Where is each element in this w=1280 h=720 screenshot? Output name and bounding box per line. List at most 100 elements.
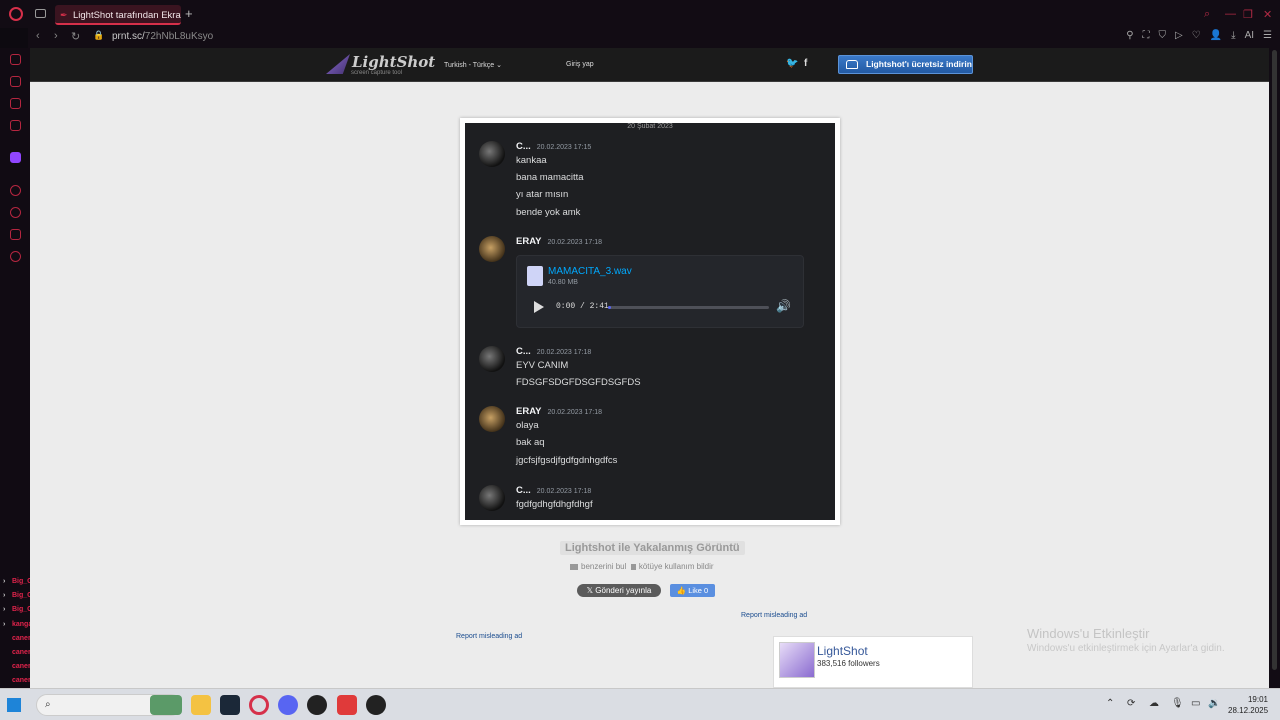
screenshot-image: 20 Şubat 2023 C... 20.02.2023 17:15 kanka… [465,123,835,520]
taskbar-clock[interactable]: 19:01 28.12.2025 [1228,694,1268,716]
sidebar-extensions-icon[interactable] [10,229,21,240]
report-misleading-ad-link[interactable]: Report misleading ad [456,633,522,640]
sidebar-games-icon[interactable] [10,76,21,87]
sidebar-settings-icon[interactable] [10,251,21,262]
twitter-icon[interactable]: 🐦 [786,58,798,69]
lock-icon: 🔒 [93,30,105,40]
report-abuse-link[interactable]: kötüye kullanım bildir [639,562,714,571]
url-field[interactable]: prnt.sc/72hNbL8uKsyo [112,31,213,42]
message-line: kankaa [516,155,547,166]
media-player-icon[interactable] [366,695,386,715]
flag-icon [630,563,636,570]
message-time: 20.02.2023 17:18 [536,349,592,356]
opera-gx-icon[interactable] [249,695,269,715]
forward-icon[interactable]: › [54,30,58,42]
search-icon: ⌕ [45,699,51,710]
search-tabs-icon[interactable]: ⌕ [1204,8,1210,21]
app-icon[interactable] [337,695,357,715]
author-name: ERAY [516,236,542,247]
author-name: C... [516,485,531,496]
maximize-button[interactable]: ❐ [1243,8,1253,21]
facebook-like-button[interactable]: 👍 Like 0 [670,584,715,597]
message-line: fgdfgdhgfdhgfdhgf [516,499,593,510]
lightshot-logo-text[interactable]: LightShot [352,53,435,71]
browser-tab-active[interactable]: ✒ LightShot tarafından Ekran [55,5,181,25]
aria-ai-button[interactable]: AI [1245,30,1254,41]
message-line: jgcfsjfgsdjfgdfgdnhgdfcs [516,455,618,466]
steam-icon[interactable] [220,695,240,715]
sidebar-twitch-icon[interactable] [10,152,21,163]
sidebar-news-icon[interactable] [10,98,21,109]
windows-activation-title: Windows'u Etkinleştir [1027,626,1150,641]
find-similar-link[interactable]: benzerini bul [581,562,626,571]
windows-start-icon[interactable] [7,698,21,712]
close-window-button[interactable]: ✕ [1263,8,1272,21]
snapshot-icon[interactable]: ⛶ [1143,30,1150,41]
scrollbar[interactable] [1269,48,1280,688]
minimize-button[interactable]: — [1225,8,1236,20]
report-misleading-ad-link[interactable]: Report misleading ad [741,612,807,619]
login-link[interactable]: Giriş yap [566,61,594,68]
windows-activation-subtitle: Windows'u etkinleştirmek için Ayarlar'a … [1027,643,1225,654]
opera-menu-icon[interactable] [9,7,23,21]
chevron-up-icon[interactable]: ⌃ [1106,698,1114,709]
account-icon[interactable]: 👤 [1210,30,1222,41]
pin-icon[interactable]: ⚲ [1126,30,1133,41]
message-time: 20.02.2023 17:18 [536,488,592,495]
scrollbar-thumb[interactable] [1272,50,1277,670]
obs-icon[interactable] [307,695,327,715]
back-icon[interactable]: ‹ [36,30,40,42]
message-time: 20.02.2023 17:18 [547,409,603,416]
reload-icon[interactable]: ↻ [71,30,80,43]
download-lightshot-button[interactable]: Lightshot'ı ücretsiz indirin [838,55,973,74]
play-icon [534,301,544,313]
language-select[interactable]: Turkish - Türkçe ⌄ [444,61,502,69]
lightshot-logo-subtitle: screen capture tool [351,70,403,76]
tab-title: LightShot tarafından Ekran [73,10,181,21]
audio-attachment: MAMACITA_3.wav 40.80 MB 0:00 / 2:41 🔊 [516,255,804,328]
facebook-followers: 383,516 followers [817,659,880,668]
date-divider: 20 Şubat 2023 [627,123,673,130]
network-icon[interactable]: ▭ [1191,698,1200,709]
menu-icon[interactable]: ☰ [1263,30,1272,41]
facebook-page-name[interactable]: LightShot [817,644,868,658]
facebook-page-widget[interactable]: LightShot 383,516 followers [773,636,973,688]
facebook-icon[interactable]: f [804,58,807,69]
play-icon[interactable]: ▷ [1175,30,1183,41]
image-caption: Lightshot ile Yakalanmış Görüntü [560,541,745,555]
language-label: Turkish - Türkçe [444,62,495,69]
chevron-right-icon: › [3,578,6,585]
url-host: prnt.sc/ [112,31,145,42]
download-icon[interactable]: ⤓ [1231,30,1235,41]
sync-icon[interactable]: ⟳ [1127,698,1135,709]
browser-tab-bar: ✒ LightShot tarafından Ekran + ⌕ — ❐ ✕ [0,0,1280,28]
sidebar-history-icon[interactable] [10,207,21,218]
avatar [479,346,505,372]
clock-time: 19:01 [1247,695,1268,704]
chevron-right-icon: › [3,620,6,628]
tweet-button[interactable]: 𝕏 Gönderi yayınla [577,584,661,597]
message-line: FDSGFSDGFDSGFDSGFDS [516,377,641,388]
new-tab-button[interactable]: + [185,6,193,21]
heart-icon[interactable]: ♡ [1192,30,1201,41]
tab-overview-icon[interactable] [35,9,46,18]
discord-icon[interactable] [278,695,298,715]
message-time: 20.02.2023 17:18 [547,239,603,246]
sidebar-refresh-icon[interactable] [10,54,21,65]
cloud-icon[interactable]: ☁ [1149,698,1159,709]
volume-icon[interactable]: 🔉 [1208,698,1220,709]
file-name-link: MAMACITA_3.wav [548,266,632,277]
microphone-icon[interactable]: 🎙 [1171,698,1184,709]
sidebar-player-icon[interactable] [10,185,21,196]
chevron-right-icon: › [3,606,6,614]
adblock-icon[interactable]: ⛉ [1159,30,1167,41]
sidebar-gxcorner-icon[interactable] [10,120,21,131]
lightshot-feather-logo-icon[interactable] [326,54,350,74]
avatar [479,406,505,432]
lightshot-favicon-icon: ✒ [60,10,68,20]
audio-progress-track [608,306,769,309]
screenshot-frame: 20 Şubat 2023 C... 20.02.2023 17:15 kanka… [460,118,840,525]
search-highlight-icon[interactable] [150,695,182,715]
file-explorer-icon[interactable] [191,695,211,715]
windows-taskbar: ⌕ ⌃ ⟳ ☁ 🎙 ▭ 🔉 19:01 28.12.2025 [0,688,1280,720]
